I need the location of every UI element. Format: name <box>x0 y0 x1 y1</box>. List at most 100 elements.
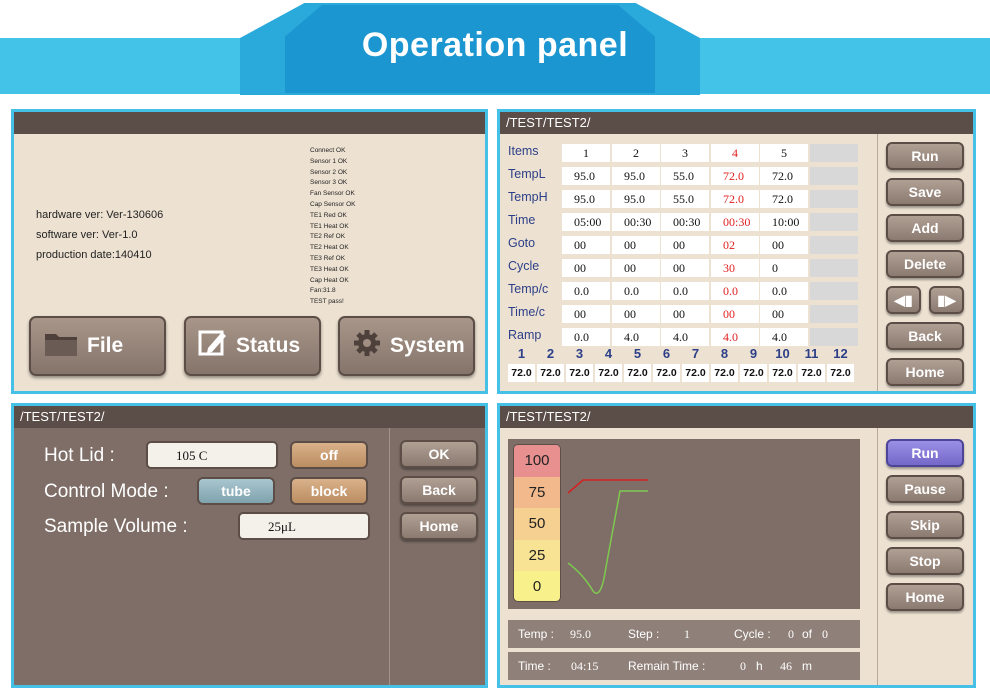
step-label: Step : <box>628 627 660 641</box>
home-body: hardware ver: Ver-130606 software ver: V… <box>14 134 485 391</box>
block-cell: 4 72.0 <box>595 346 622 382</box>
table-cell[interactable]: 72.0 <box>760 190 808 208</box>
row-label: Time/c <box>508 305 546 319</box>
scroll-left-button[interactable]: ◀▮ <box>886 286 921 314</box>
table-cell[interactable]: 0 <box>760 259 808 277</box>
table-cell[interactable]: 05:00 <box>562 213 610 231</box>
table-cell[interactable]: 95.0 <box>562 190 610 208</box>
block-number: 3 <box>575 346 584 361</box>
table-cell[interactable]: 00 <box>612 259 660 277</box>
table-cell[interactable]: 00 <box>711 305 759 323</box>
table-cell[interactable]: 00 <box>562 259 610 277</box>
table-cell[interactable]: 00 <box>562 236 610 254</box>
table-cell[interactable]: 00 <box>661 259 709 277</box>
status-line: Connect OK <box>310 147 346 154</box>
table-cell[interactable]: 0.0 <box>711 282 759 300</box>
sample-volume-label: Sample Volume : <box>44 516 188 537</box>
home-button[interactable]: Home <box>886 358 964 386</box>
run-button[interactable]: Run <box>886 142 964 170</box>
status-line: TE1 Red OK <box>310 211 347 219</box>
time-label: Time : <box>518 659 551 673</box>
table-cell[interactable]: 4.0 <box>612 328 660 346</box>
table-cell[interactable]: 00 <box>760 305 808 323</box>
stop-button[interactable]: Stop <box>886 547 964 575</box>
hours-unit: h <box>756 659 763 673</box>
hot-lid-off-toggle[interactable]: off <box>290 441 368 469</box>
of-label: of <box>802 627 813 641</box>
row-label: Ramp <box>508 328 542 342</box>
table-cell[interactable]: 72.0 <box>711 190 759 208</box>
table-cell[interactable]: 00:30 <box>612 213 660 231</box>
status-button[interactable]: Status <box>184 316 321 376</box>
column-header: 5 <box>760 144 808 162</box>
arrow-left-icon: ◀▮ <box>894 292 913 308</box>
file-button[interactable]: File <box>29 316 166 376</box>
home-button[interactable]: Home <box>400 512 478 540</box>
table-cell[interactable]: 10:00 <box>760 213 808 231</box>
file-button-label: File <box>87 334 124 357</box>
table-cell[interactable]: 0.0 <box>562 328 610 346</box>
hot-lid-input[interactable]: 105 C <box>146 441 278 469</box>
save-button[interactable]: Save <box>886 178 964 206</box>
table-cell[interactable]: 72.0 <box>760 167 808 185</box>
scroll-right-button[interactable]: ▮▶ <box>929 286 964 314</box>
empty-cell <box>810 144 858 162</box>
pause-button[interactable]: Pause <box>886 475 964 503</box>
table-cell[interactable]: 00:30 <box>711 213 759 231</box>
table-cell[interactable]: 30 <box>711 259 759 277</box>
folder-icon <box>43 328 79 364</box>
ok-button[interactable]: OK <box>400 440 478 468</box>
table-cell[interactable]: 0.0 <box>760 282 808 300</box>
table-cell[interactable]: 00 <box>562 305 610 323</box>
run-button[interactable]: Run <box>886 439 964 467</box>
step-value: 1 <box>684 627 690 641</box>
table-cell[interactable]: 00 <box>760 236 808 254</box>
back-button[interactable]: Back <box>400 476 478 504</box>
hardware-version: hardware ver: Ver-130606 <box>36 209 164 221</box>
block-mode-toggle[interactable]: block <box>290 477 368 505</box>
table-cell[interactable]: 00 <box>661 305 709 323</box>
table-cell[interactable]: 02 <box>711 236 759 254</box>
block-cell: 10 72.0 <box>769 346 796 382</box>
table-cell[interactable]: 00:30 <box>661 213 709 231</box>
table-cell[interactable]: 00 <box>661 236 709 254</box>
add-button[interactable]: Add <box>886 214 964 242</box>
table-cell[interactable]: 0.0 <box>661 282 709 300</box>
table-cell[interactable]: 0.0 <box>612 282 660 300</box>
tube-mode-toggle[interactable]: tube <box>197 477 275 505</box>
status-line: Sensor 2 OK <box>310 168 348 176</box>
table-cell[interactable]: 00 <box>612 305 660 323</box>
program-editor-panel: /TEST/TEST2/ Items 1 2 3 4 5 TempL 95.0 95.0 55.0… <box>497 109 976 394</box>
status-line: Fan Sensor OK <box>310 190 355 198</box>
table-cell[interactable]: 95.0 <box>612 190 660 208</box>
table-cell[interactable]: 72.0 <box>711 167 759 185</box>
row-label: Cycle <box>508 259 540 273</box>
table-cell[interactable]: 4.0 <box>711 328 759 346</box>
table-cell[interactable]: 4.0 <box>661 328 709 346</box>
status-line: TE3 Heat OK <box>310 265 349 273</box>
items-label: Items <box>508 144 539 158</box>
table-row: Cycle 00 00 00 30 0 <box>508 257 868 279</box>
table-cell[interactable]: 95.0 <box>562 167 610 185</box>
block-temperature: 72.0 <box>508 364 535 382</box>
sample-volume-input[interactable]: 25μL <box>238 512 370 540</box>
table-cell[interactable]: 00 <box>612 236 660 254</box>
table-cell[interactable]: 95.0 <box>612 167 660 185</box>
status-line: TEST pass! <box>310 298 344 306</box>
block-temperature: 72.0 <box>653 364 680 382</box>
monitor-button-column: Run Pause Skip Stop Home <box>877 428 973 685</box>
skip-button[interactable]: Skip <box>886 511 964 539</box>
back-button[interactable]: Back <box>886 322 964 350</box>
table-cell[interactable]: 4.0 <box>760 328 808 346</box>
system-button[interactable]: System <box>338 316 475 376</box>
table-cell[interactable]: 55.0 <box>661 190 709 208</box>
delete-button[interactable]: Delete <box>886 250 964 278</box>
remain-time-label: Remain Time : <box>628 659 706 673</box>
empty-cell <box>810 167 858 185</box>
empty-cell <box>810 282 858 300</box>
table-cell[interactable]: 0.0 <box>562 282 610 300</box>
block-temperature: 72.0 <box>711 364 738 382</box>
block-cell: 2 72.0 <box>537 346 564 382</box>
table-cell[interactable]: 55.0 <box>661 167 709 185</box>
home-button[interactable]: Home <box>886 583 964 611</box>
